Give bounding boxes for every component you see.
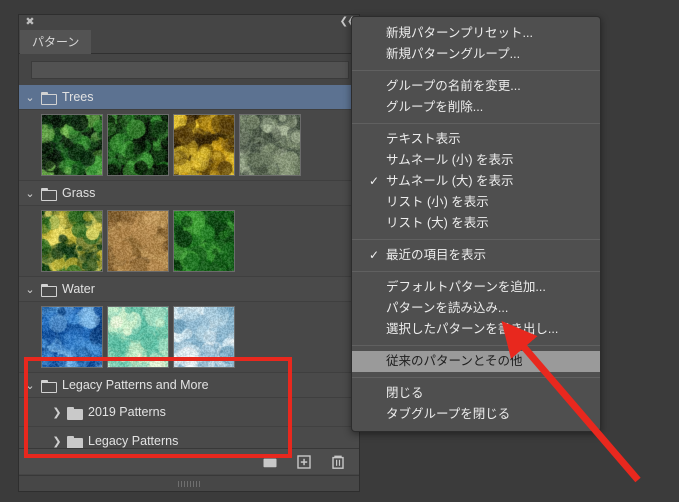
tree-pattern-conifer-gray-green[interactable] [239, 114, 301, 176]
list-item-label: Legacy Patterns [88, 434, 179, 448]
menu-item-label: タブグループを閉じる [386, 407, 511, 421]
group-label: Trees [62, 90, 94, 104]
grass-pattern-flowering-yellow[interactable] [41, 210, 103, 272]
menu-item[interactable]: 新規パターングループ... [352, 44, 600, 65]
swatch-row [19, 206, 359, 277]
menu-item[interactable]: グループを削除... [352, 97, 600, 118]
chevron-right-icon[interactable]: ❯ [47, 406, 67, 419]
menu-separator [352, 239, 600, 240]
menu-item[interactable]: テキスト表示 [352, 129, 600, 150]
panel-tabstrip: パターン [19, 30, 359, 54]
tree-pattern-autumn-yellow[interactable] [173, 114, 235, 176]
menu-item-label: 新規パターンプリセット... [386, 26, 533, 40]
group-header-water[interactable]: ⌄ Water [19, 277, 359, 302]
group-header-trees[interactable]: ⌄ Trees [19, 85, 359, 110]
menu-item[interactable]: パターンを読み込み... [352, 298, 600, 319]
menu-item-label: 新規パターングループ... [386, 47, 521, 61]
menu-item-label: 従来のパターンとその他 [386, 354, 523, 368]
group-label: Legacy Patterns and More [62, 378, 209, 392]
menu-separator [352, 345, 600, 346]
patterns-panel: ✖ ❮❮ パターン ⌄ Trees ⌄ Grass ⌄ Water ⌄ Legacy Patt… [18, 14, 360, 492]
search-input[interactable] [31, 61, 349, 79]
panel-titlebar: ✖ ❮❮ [19, 15, 359, 30]
menu-item-label: グループの名前を変更... [386, 79, 521, 93]
water-pattern-deep-blue[interactable] [41, 306, 103, 368]
menu-item[interactable]: タブグループを閉じる [352, 404, 600, 425]
folder-icon [67, 406, 83, 420]
grass-pattern-lush-green[interactable] [173, 210, 235, 272]
menu-item-label: デフォルトパターンを追加... [386, 280, 546, 294]
folder-icon [41, 91, 57, 105]
menu-item[interactable]: サムネール (小) を表示 [352, 150, 600, 171]
panel-footer-toolbar [19, 448, 359, 474]
menu-item-label: 選択したパターンを書き出し... [386, 322, 559, 336]
check-icon: ✓ [368, 248, 380, 262]
close-icon[interactable]: ✖ [24, 16, 36, 28]
chevron-down-icon[interactable]: ⌄ [19, 379, 41, 392]
menu-item-label: テキスト表示 [386, 132, 461, 146]
group-header-legacy-patterns-and-more[interactable]: ⌄ Legacy Patterns and More [19, 373, 359, 398]
water-pattern-pale-ripple[interactable] [173, 306, 235, 368]
panel-search-row [19, 54, 359, 85]
swatch-row [19, 302, 359, 373]
water-pattern-pool-caustics[interactable] [107, 306, 169, 368]
new-group-icon[interactable] [261, 453, 279, 471]
patterns-list[interactable]: ⌄ Trees ⌄ Grass ⌄ Water ⌄ Legacy Patterns and M… [19, 85, 359, 469]
menu-item[interactable]: 従来のパターンとその他 [352, 351, 600, 372]
tree-pattern-dark-green-fern[interactable] [41, 114, 103, 176]
panel-resize-bar[interactable] [19, 475, 359, 491]
menu-item[interactable]: ✓ 最近の項目を表示 [352, 245, 600, 266]
group-label: Grass [62, 186, 96, 200]
menu-item[interactable]: 選択したパターンを書き出し... [352, 319, 600, 340]
tab-patterns[interactable]: パターン [20, 30, 92, 54]
menu-item[interactable]: リスト (小) を表示 [352, 192, 600, 213]
menu-item-label: リスト (大) を表示 [386, 216, 489, 230]
menu-separator [352, 123, 600, 124]
menu-item[interactable]: ✓ サムネール (大) を表示 [352, 171, 600, 192]
menu-separator [352, 271, 600, 272]
chevron-down-icon[interactable]: ⌄ [19, 187, 41, 200]
folder-icon [41, 283, 57, 297]
menu-item[interactable]: 新規パターンプリセット... [352, 23, 600, 44]
list-item-label: 2019 Patterns [88, 405, 166, 419]
menu-item-label: グループを削除... [386, 100, 484, 114]
delete-icon[interactable] [329, 453, 347, 471]
tree-pattern-deep-forest[interactable] [107, 114, 169, 176]
menu-item-label: サムネール (大) を表示 [386, 174, 514, 188]
folder-icon [67, 435, 83, 449]
menu-item-label: サムネール (小) を表示 [386, 153, 514, 167]
menu-item[interactable]: グループの名前を変更... [352, 76, 600, 97]
chevron-down-icon[interactable]: ⌄ [19, 283, 41, 296]
menu-item-label: パターンを読み込み... [386, 301, 509, 315]
grass-pattern-dry-straw[interactable] [107, 210, 169, 272]
menu-item-label: 閉じる [386, 386, 424, 400]
swatch-row [19, 110, 359, 181]
check-icon: ✓ [368, 174, 380, 188]
panel-flyout-menu[interactable]: 新規パターンプリセット... 新規パターングループ... グループの名前を変更...… [351, 16, 601, 432]
menu-item-label: 最近の項目を表示 [386, 248, 487, 262]
menu-separator [352, 377, 600, 378]
folder-icon [41, 187, 57, 201]
menu-item-label: リスト (小) を表示 [386, 195, 489, 209]
list-item[interactable]: ❯ 2019 Patterns [19, 398, 359, 427]
menu-separator [352, 70, 600, 71]
screen: ✖ ❮❮ パターン ⌄ Trees ⌄ Grass ⌄ Water ⌄ Legacy Patt… [0, 0, 679, 502]
group-header-grass[interactable]: ⌄ Grass [19, 181, 359, 206]
chevron-right-icon[interactable]: ❯ [47, 435, 67, 448]
new-pattern-icon[interactable] [295, 453, 313, 471]
folder-icon [41, 379, 57, 393]
resize-grip[interactable] [178, 481, 200, 487]
chevron-down-icon[interactable]: ⌄ [19, 91, 41, 104]
menu-item[interactable]: 閉じる [352, 383, 600, 404]
group-label: Water [62, 282, 95, 296]
menu-item[interactable]: デフォルトパターンを追加... [352, 277, 600, 298]
menu-item[interactable]: リスト (大) を表示 [352, 213, 600, 234]
